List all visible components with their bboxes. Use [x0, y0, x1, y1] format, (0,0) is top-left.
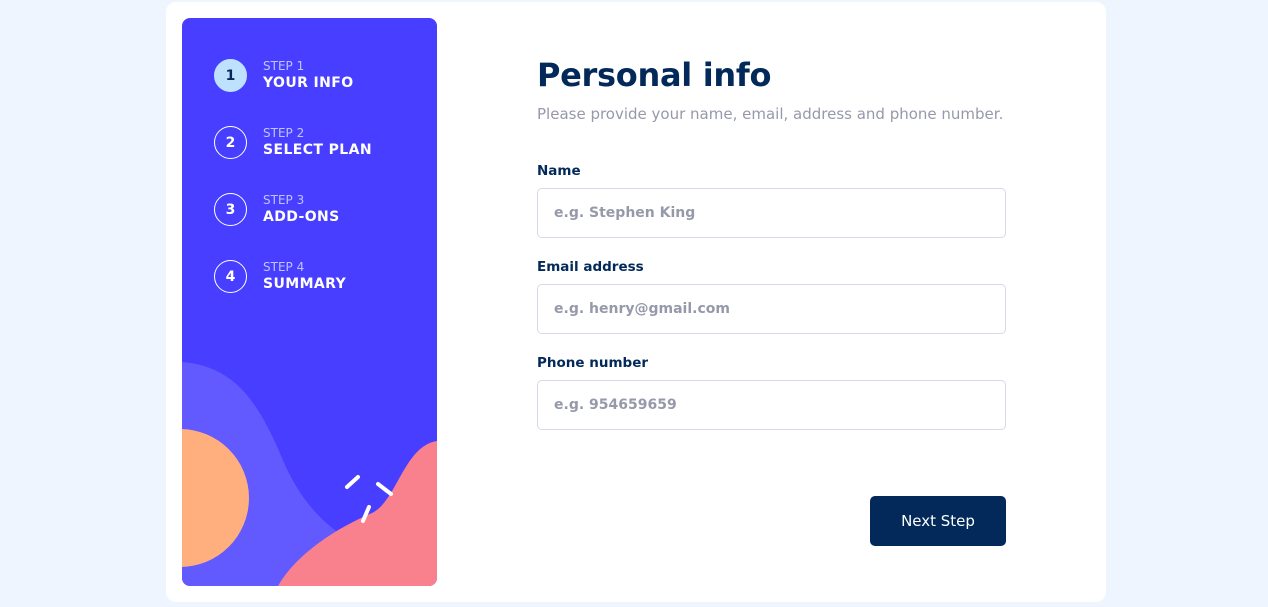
- page-title: Personal info: [537, 56, 772, 94]
- step-label: STEP 2: [263, 125, 305, 140]
- step-number-4: 4: [214, 260, 247, 293]
- step-list: 1 STEP 1 YOUR INFO 2 STEP 2 SELECT PLAN …: [214, 58, 372, 326]
- step-item-your-info[interactable]: 1 STEP 1 YOUR INFO: [214, 58, 372, 93]
- name-input[interactable]: [537, 188, 1006, 238]
- step-label: STEP 3: [263, 192, 305, 207]
- step-item-summary[interactable]: 4 STEP 4 SUMMARY: [214, 259, 372, 294]
- email-label: Email address: [537, 259, 644, 275]
- step-title: SELECT PLAN: [263, 141, 372, 158]
- step-title: YOUR INFO: [263, 74, 354, 91]
- name-label: Name: [537, 163, 581, 179]
- step-label: STEP 4: [263, 259, 305, 274]
- step-number-2: 2: [214, 126, 247, 159]
- email-input[interactable]: [537, 284, 1006, 334]
- email-field-group: Email address: [537, 259, 1006, 334]
- step-item-select-plan[interactable]: 2 STEP 2 SELECT PLAN: [214, 125, 372, 160]
- step-label: STEP 1: [263, 58, 305, 73]
- form-main: Personal info Please provide your name, …: [537, 2, 1007, 602]
- phone-input[interactable]: [537, 380, 1006, 430]
- page-subtitle: Please provide your name, email, address…: [537, 105, 1004, 123]
- step-title: ADD-ONS: [263, 208, 340, 225]
- sidebar: 1 STEP 1 YOUR INFO 2 STEP 2 SELECT PLAN …: [182, 18, 437, 586]
- step-title: SUMMARY: [263, 275, 347, 292]
- step-number-3: 3: [214, 193, 247, 226]
- phone-field-group: Phone number: [537, 355, 1006, 430]
- phone-label: Phone number: [537, 355, 649, 371]
- form-card: 1 STEP 1 YOUR INFO 2 STEP 2 SELECT PLAN …: [166, 2, 1106, 602]
- step-item-add-ons[interactable]: 3 STEP 3 ADD-ONS: [214, 192, 372, 227]
- name-field-group: Name: [537, 163, 1006, 238]
- next-step-button[interactable]: Next Step: [870, 496, 1006, 546]
- step-number-1: 1: [214, 59, 247, 92]
